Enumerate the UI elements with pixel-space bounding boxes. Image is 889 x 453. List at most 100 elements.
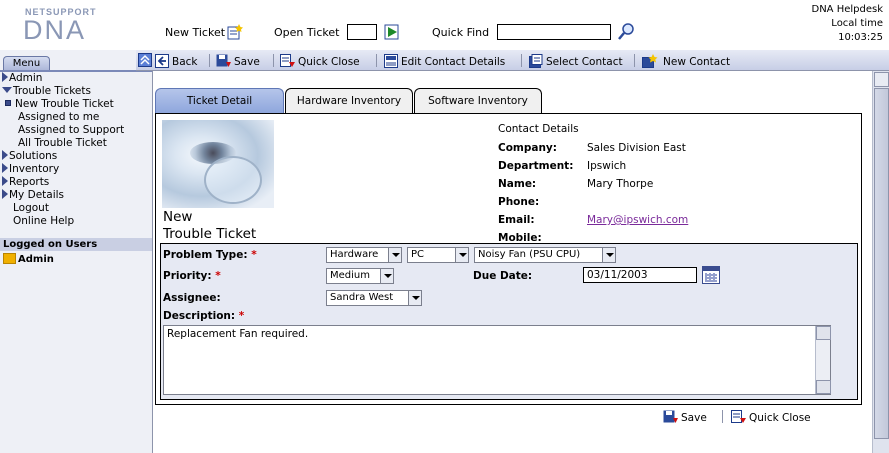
page-title-line-2: Trouble Ticket xyxy=(163,226,257,242)
select-contact-button[interactable]: Select Contact xyxy=(529,54,623,69)
sidebar-menu: Admin Trouble Tickets New Trouble Ticket… xyxy=(2,72,152,228)
description-textarea[interactable]: Replacement Fan required. xyxy=(163,325,831,395)
assignee-value: Sandra West xyxy=(330,292,394,303)
contact-company-row: Company: Sales Division East xyxy=(498,142,686,160)
calendar-icon[interactable] xyxy=(702,266,720,284)
quick-close-label: Quick Close xyxy=(298,56,360,68)
sidebar-item-assigned-to-me[interactable]: Assigned to me xyxy=(2,111,152,124)
scroll-thumb[interactable] xyxy=(874,88,889,439)
menu-tab[interactable]: Menu xyxy=(3,56,50,71)
sidebar-item-admin[interactable]: Admin xyxy=(2,72,152,85)
department-value: Ipswich xyxy=(587,160,627,172)
user-folder-icon xyxy=(3,253,16,264)
tab-software-inventory[interactable]: Software Inventory xyxy=(414,88,542,114)
footer-quick-close-button[interactable]: Quick Close xyxy=(731,410,811,425)
header-info: DNA Helpdesk Local time 10:03:25 xyxy=(812,3,884,45)
save-button[interactable]: Save xyxy=(216,54,260,69)
contact-department-row: Department: Ipswich xyxy=(498,160,626,178)
description-scroll-up[interactable] xyxy=(816,326,831,340)
ticket-detail-panel: New Trouble Ticket Contact Details Compa… xyxy=(155,113,862,405)
sidebar-item-trouble-tickets[interactable]: Trouble Tickets xyxy=(2,85,152,98)
sidebar-item-solutions[interactable]: Solutions xyxy=(2,150,152,163)
description-scroll-down[interactable] xyxy=(816,380,831,394)
email-link[interactable]: Mary@ipswich.com xyxy=(587,214,688,226)
sidebar-item-label: Admin xyxy=(9,72,43,84)
contact-phone-row: Phone: xyxy=(498,196,579,214)
problem-type-label: Problem Type: * xyxy=(163,249,257,261)
toolbar-separator xyxy=(634,54,635,67)
page-title: New Trouble Ticket xyxy=(163,209,256,243)
quick-find-search-icon[interactable] xyxy=(618,23,634,40)
new-ticket-label[interactable]: New Ticket xyxy=(165,26,225,39)
expand-arrow-icon xyxy=(2,72,8,82)
description-scrollbar[interactable] xyxy=(815,326,831,394)
new-contact-button[interactable]: New Contact xyxy=(642,54,730,69)
due-date-input[interactable]: 03/11/2003 xyxy=(583,267,697,283)
problem-type-3-value: Noisy Fan (PSU CPU) xyxy=(478,249,581,260)
sidebar-item-reports[interactable]: Reports xyxy=(2,176,152,189)
description-label: Description: * xyxy=(163,310,244,322)
open-ticket-go-icon[interactable] xyxy=(384,24,400,40)
app-name: DNA Helpdesk xyxy=(811,4,884,15)
save-disk-icon xyxy=(216,54,231,67)
logged-on-users-header: Logged on Users xyxy=(0,238,152,251)
due-date-label: Due Date: xyxy=(473,270,533,282)
sidebar-item-new-trouble-ticket[interactable]: New Trouble Ticket xyxy=(2,98,152,111)
sidebar-item-online-help[interactable]: Online Help xyxy=(2,215,152,228)
new-ticket-icon[interactable] xyxy=(227,24,243,40)
problem-type-select-2[interactable]: PC xyxy=(407,247,469,263)
back-button[interactable]: Back xyxy=(155,54,198,69)
footer-separator xyxy=(722,410,723,423)
quick-close-button[interactable]: Quick Close xyxy=(280,54,360,69)
sidebar-item-assigned-to-support[interactable]: Assigned to Support xyxy=(2,124,152,137)
expand-arrow-icon xyxy=(2,176,8,186)
quick-find-input[interactable] xyxy=(497,24,611,40)
sidebar-item-label: New Trouble Ticket xyxy=(15,98,114,110)
sidebar-item-label: Inventory xyxy=(9,163,60,175)
open-ticket-input[interactable] xyxy=(347,24,377,40)
tab-hardware-inventory[interactable]: Hardware Inventory xyxy=(285,88,413,114)
problem-type-2-value: PC xyxy=(411,249,425,260)
logged-on-user[interactable]: Admin xyxy=(3,253,54,266)
action-toolbar: Back Save Quick Close Edit Contact Detai… xyxy=(136,50,889,71)
scroll-up-button[interactable] xyxy=(874,72,889,87)
email-label: Email: xyxy=(498,214,535,226)
back-arrow-icon xyxy=(155,54,169,68)
problem-type-label-text: Problem Type: xyxy=(163,249,248,261)
footer-save-button[interactable]: Save xyxy=(663,410,707,425)
department-label: Department: xyxy=(498,160,574,172)
chevron-down-icon xyxy=(388,248,401,262)
toolbar-separator xyxy=(376,54,377,67)
contact-name-row: Name: Mary Thorpe xyxy=(498,178,653,196)
required-mark: * xyxy=(251,249,257,261)
sidebar-item-all-trouble-ticket[interactable]: All Trouble Ticket xyxy=(2,137,152,150)
edit-contact-details-button[interactable]: Edit Contact Details xyxy=(384,54,505,69)
sidebar-item-label: Trouble Tickets xyxy=(13,85,91,97)
page-scrollbar[interactable] xyxy=(872,71,889,453)
priority-select[interactable]: Medium xyxy=(326,268,394,284)
problem-type-select-3[interactable]: Noisy Fan (PSU CPU) xyxy=(474,247,616,263)
contact-email-row: Email: Mary@ipswich.com xyxy=(498,214,688,232)
sidebar-item-inventory[interactable]: Inventory xyxy=(2,163,152,176)
logged-user-name: Admin xyxy=(18,254,54,265)
open-ticket-label: Open Ticket xyxy=(274,26,340,39)
assignee-select[interactable]: Sandra West xyxy=(326,290,422,306)
chevron-down-icon xyxy=(455,248,468,262)
sidebar-item-my-details[interactable]: My Details xyxy=(2,189,152,202)
ticket-form: Problem Type: * Hardware PC Noisy Fan (P… xyxy=(160,243,858,400)
quick-find-label: Quick Find xyxy=(432,26,490,39)
collapse-menu-icon[interactable] xyxy=(138,53,152,67)
problem-type-1-value: Hardware xyxy=(330,249,379,260)
netsupport-dna-logo: NETSUPPORT DNA xyxy=(5,7,115,45)
sidebar-item-label: Reports xyxy=(9,176,50,188)
company-value: Sales Division East xyxy=(587,142,686,154)
priority-label-text: Priority: xyxy=(163,270,212,282)
problem-type-select-1[interactable]: Hardware xyxy=(326,247,402,263)
sidebar-item-logout[interactable]: Logout xyxy=(2,202,152,215)
edit-contact-icon xyxy=(384,54,398,68)
tab-ticket-detail[interactable]: Ticket Detail xyxy=(155,88,284,114)
name-label: Name: xyxy=(498,178,537,190)
new-contact-icon xyxy=(642,54,658,68)
selected-square-icon xyxy=(5,100,11,106)
expand-arrow-icon xyxy=(2,150,8,160)
